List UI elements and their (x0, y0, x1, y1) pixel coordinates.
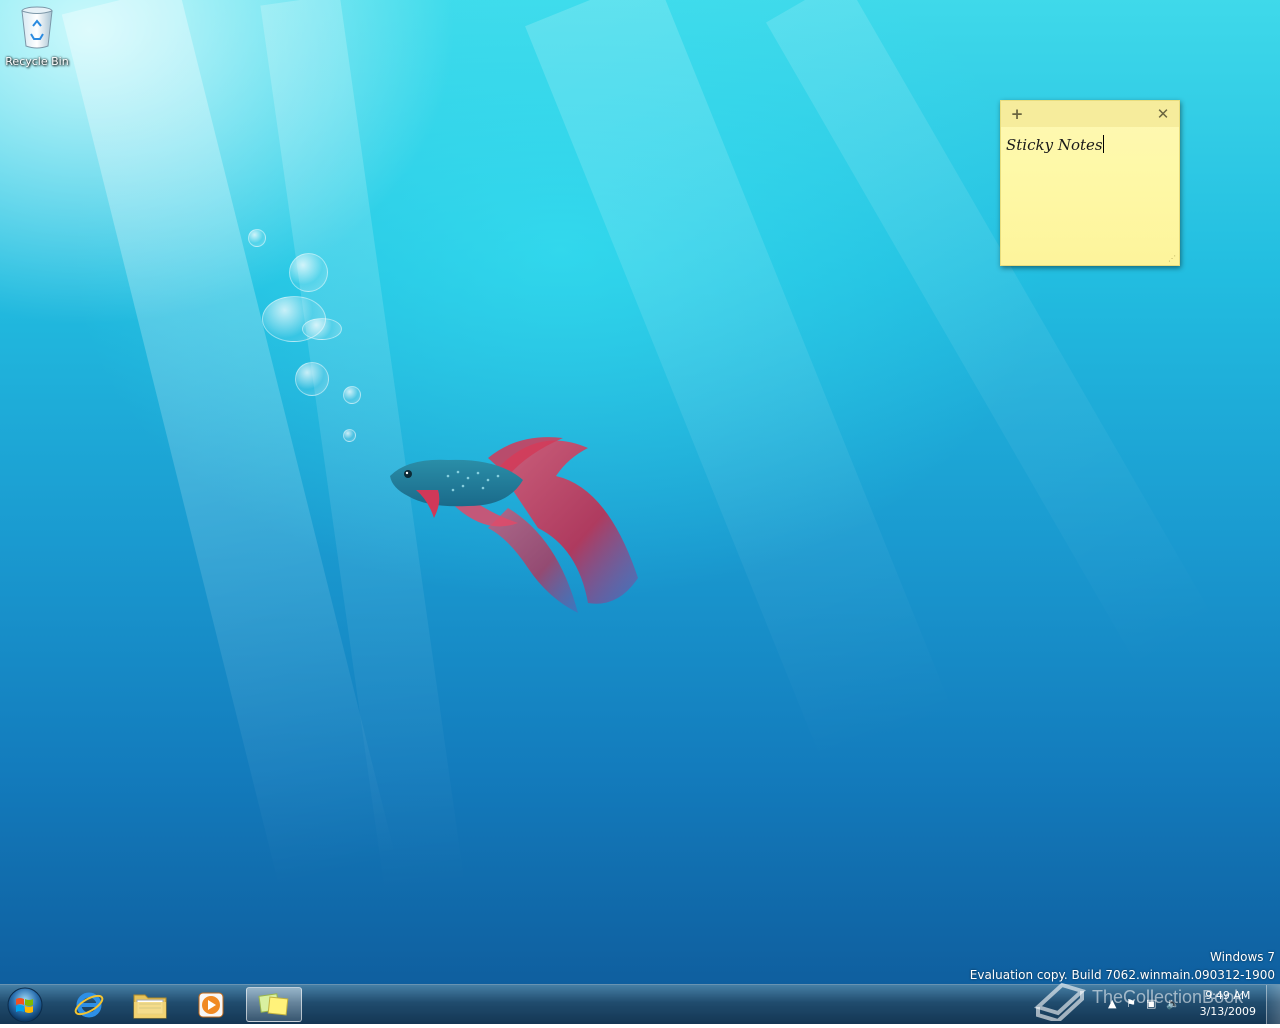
media-player-icon (198, 992, 224, 1017)
show-hidden-icons-icon[interactable]: ▲ (1108, 997, 1116, 1010)
bubble (295, 362, 329, 396)
sticky-note-window[interactable]: + ✕ Sticky Notes ⋰ (1000, 100, 1180, 266)
bubble (289, 253, 328, 292)
delete-note-button[interactable]: ✕ (1154, 104, 1172, 124)
resize-grip-icon[interactable]: ⋰ (1168, 254, 1176, 263)
desktop-background[interactable]: Recycle Bin + ✕ Sticky Notes ⋰ Windows 7… (0, 0, 1280, 984)
taskbar-clock[interactable]: 9:49 AM 3/13/2009 (1200, 988, 1256, 1020)
os-version-watermark: Windows 7 Evaluation copy. Build 7062.wi… (970, 948, 1275, 984)
bubble (248, 229, 266, 247)
bubble (343, 386, 361, 404)
bubble (343, 429, 356, 442)
text-caret (1102, 135, 1104, 153)
taskbar-windows-explorer[interactable] (122, 987, 178, 1022)
sticky-notes-icon (258, 992, 289, 1015)
volume-icon[interactable]: 🔈 (1166, 997, 1180, 1010)
taskbar-internet-explorer[interactable] (61, 987, 117, 1022)
start-button[interactable] (3, 986, 47, 1024)
os-name: Windows 7 (1209, 950, 1275, 964)
clock-time: 9:49 AM (1205, 989, 1251, 1002)
taskbar: ▲ ⚑ ▣ 🔈 9:49 AM 3/13/2009 (0, 984, 1280, 1025)
show-desktop-button[interactable] (1266, 985, 1280, 1025)
light-ray (61, 0, 396, 888)
new-note-button[interactable]: + (1008, 104, 1026, 124)
bubble (302, 318, 342, 340)
desktop-icon-label: Recycle Bin (5, 55, 69, 68)
action-center-flag-icon[interactable]: ⚑ (1126, 997, 1136, 1010)
sticky-note-text-area[interactable]: Sticky Notes (1001, 127, 1179, 162)
windows-logo-icon (7, 987, 43, 1023)
taskbar-media-player[interactable] (183, 987, 239, 1022)
network-icon[interactable]: ▣ (1146, 997, 1156, 1010)
taskbar-sticky-notes[interactable] (246, 987, 302, 1022)
internet-explorer-icon (74, 992, 104, 1017)
sticky-note-titlebar[interactable]: + ✕ (1001, 101, 1179, 127)
recycle-bin-icon (21, 6, 53, 49)
desktop-icon-recycle-bin[interactable]: Recycle Bin (4, 6, 70, 68)
light-ray (525, 0, 955, 768)
clock-date: 3/13/2009 (1199, 1005, 1256, 1018)
betta-fish-wallpaper (390, 437, 638, 613)
os-build: Evaluation copy. Build 7062.winmain.0903… (969, 968, 1275, 982)
notification-area: ▲ ⚑ ▣ 🔈 9:49 AM 3/13/2009 (1090, 985, 1280, 1025)
sticky-note-text: Sticky Notes (1006, 136, 1103, 154)
folder-icon (133, 994, 167, 1018)
